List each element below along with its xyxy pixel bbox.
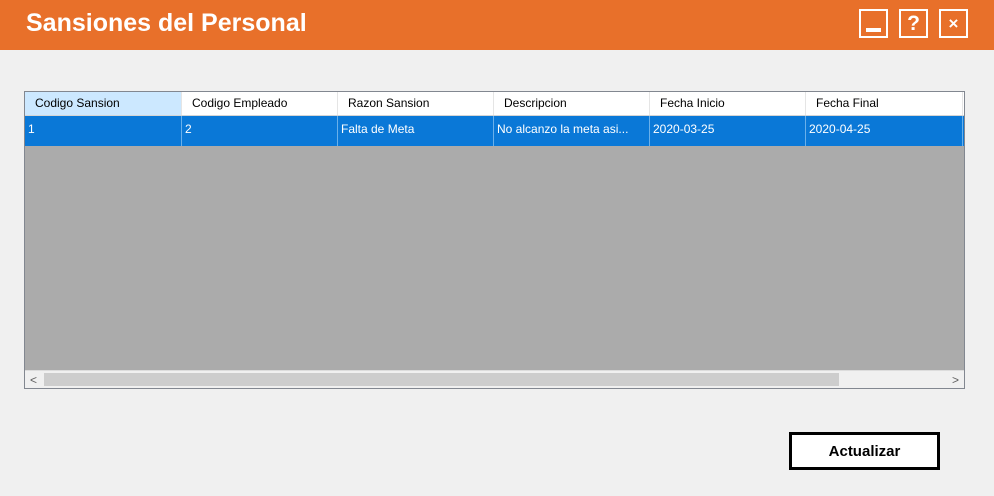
cell-razon-sansion[interactable]: Falta de Meta (338, 116, 494, 146)
scrollbar-thumb[interactable] (44, 373, 839, 386)
minimize-icon (866, 27, 881, 32)
column-header-codigo-sansion[interactable]: Codigo Sansion (25, 92, 182, 115)
cell-descripcion[interactable]: No alcanzo la meta asi... (494, 116, 650, 146)
table-row[interactable]: 1 2 Falta de Meta No alcanzo la meta asi… (25, 116, 964, 146)
scroll-right-icon[interactable]: > (947, 371, 964, 388)
scroll-left-icon[interactable]: < (25, 371, 42, 388)
cell-fecha-final[interactable]: 2020-04-25 (806, 116, 963, 146)
minimize-button[interactable] (859, 9, 888, 38)
help-icon: ? (907, 12, 920, 35)
sanctions-data-grid[interactable]: Codigo Sansion Codigo Empleado Razon San… (24, 91, 965, 389)
horizontal-scrollbar[interactable]: < > (25, 370, 964, 388)
window-title: Sansiones del Personal (26, 9, 307, 37)
column-header-razon-sansion[interactable]: Razon Sansion (338, 92, 494, 115)
title-bar: Sansiones del Personal ? × (0, 0, 994, 50)
close-icon: × (948, 14, 959, 33)
column-header-fecha-inicio[interactable]: Fecha Inicio (650, 92, 806, 115)
cell-fecha-inicio[interactable]: 2020-03-25 (650, 116, 806, 146)
help-button[interactable]: ? (899, 9, 928, 38)
column-header-descripcion[interactable]: Descripcion (494, 92, 650, 115)
grid-header: Codigo Sansion Codigo Empleado Razon San… (25, 92, 964, 116)
column-header-fecha-final[interactable]: Fecha Final (806, 92, 963, 115)
close-button[interactable]: × (939, 9, 968, 38)
cell-codigo-empleado[interactable]: 2 (182, 116, 338, 146)
column-header-codigo-empleado[interactable]: Codigo Empleado (182, 92, 338, 115)
refresh-button[interactable]: Actualizar (789, 432, 940, 470)
cell-codigo-sansion[interactable]: 1 (25, 116, 182, 146)
